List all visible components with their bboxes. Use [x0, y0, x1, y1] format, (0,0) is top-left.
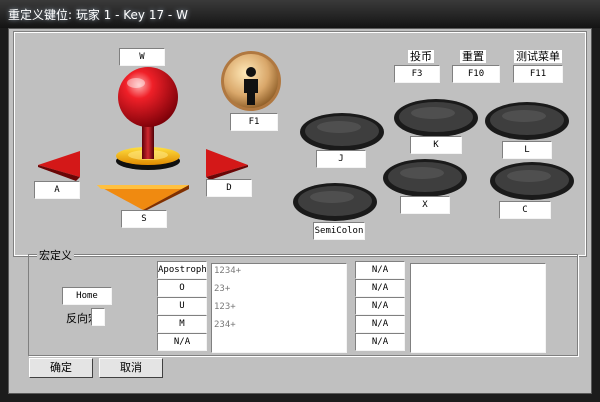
joystick-down-key-field[interactable]: S: [121, 210, 167, 228]
macro-key-right-2[interactable]: N/A: [355, 279, 405, 297]
macro-sequence-line: 234+: [214, 320, 236, 330]
macro-sequence-line: 1234+: [214, 266, 242, 276]
joystick-right-key-field[interactable]: D: [206, 179, 252, 197]
controller-panel: W A D S F1 投币 F3 重置 F10 测试菜单 F11 J K L S…: [13, 31, 587, 257]
action-button-c[interactable]: [489, 161, 575, 201]
macro-trigger-key-field[interactable]: Home: [62, 287, 112, 305]
joystick-right-arrow-icon: [206, 149, 248, 180]
macro-key-right-5[interactable]: N/A: [355, 333, 405, 351]
action-key-field-j[interactable]: J: [316, 150, 366, 168]
insert-coin-label: 投币: [408, 50, 434, 63]
cancel-button[interactable]: 取消: [99, 358, 163, 378]
remap-dialog-window: 重定义键位: 玩家 1 - Key 17 - W W A D S F1 投币 F…: [0, 0, 600, 402]
reset-label: 重置: [460, 50, 486, 63]
macro-key-right-4[interactable]: N/A: [355, 315, 405, 333]
round-button-icon: [293, 183, 377, 221]
action-button-k[interactable]: [393, 98, 479, 138]
player-start-button-icon[interactable]: [220, 50, 282, 112]
joystick-icon: [116, 67, 180, 170]
macro-sequence-list-right[interactable]: [410, 263, 546, 353]
macro-key-left-1[interactable]: Apostroph: [157, 261, 207, 279]
round-button-icon: [300, 113, 384, 151]
macro-key-right-1[interactable]: N/A: [355, 261, 405, 279]
macro-key-left-3[interactable]: U: [157, 297, 207, 315]
round-button-icon: [383, 159, 467, 197]
macro-sequence-list[interactable]: 1234+ 23+ 123+ 234+: [211, 263, 347, 353]
ok-button[interactable]: 确定: [29, 358, 93, 378]
action-key-field-c[interactable]: C: [499, 201, 551, 219]
macro-sequence-line: 23+: [214, 284, 231, 294]
title-bar: 重定义键位: 玩家 1 - Key 17 - W: [0, 0, 600, 28]
joystick-up-key-field[interactable]: W: [119, 48, 165, 66]
macro-group-label: 宏定义: [37, 247, 74, 263]
macro-key-left-5[interactable]: N/A: [157, 333, 207, 351]
action-button-semicolon[interactable]: [292, 182, 378, 222]
action-button-x[interactable]: [382, 158, 468, 198]
action-key-field-k[interactable]: K: [410, 136, 462, 154]
action-button-l[interactable]: [484, 101, 570, 141]
action-key-field-x[interactable]: X: [400, 196, 450, 214]
window-title: 重定义键位: 玩家 1 - Key 17 - W: [8, 8, 188, 22]
reverse-macro-field[interactable]: [91, 308, 105, 326]
insert-coin-key-field[interactable]: F3: [394, 65, 440, 83]
round-button-icon: [394, 99, 478, 137]
macro-sequence-line: 123+: [214, 302, 236, 312]
round-button-icon: [485, 102, 569, 140]
round-button-icon: [490, 162, 574, 200]
player-start-key-field[interactable]: F1: [230, 113, 278, 131]
test-menu-label: 测试菜单: [514, 50, 562, 63]
macro-key-left-4[interactable]: M: [157, 315, 207, 333]
macro-key-right-3[interactable]: N/A: [355, 297, 405, 315]
joystick-left-key-field[interactable]: A: [34, 181, 80, 199]
reset-key-field[interactable]: F10: [452, 65, 500, 83]
joystick-left-arrow-icon: [38, 151, 80, 181]
test-menu-key-field[interactable]: F11: [513, 65, 563, 83]
dialog-client-area: W A D S F1 投币 F3 重置 F10 测试菜单 F11 J K L S…: [8, 28, 592, 394]
joystick-down-arrow-icon: [97, 185, 189, 212]
action-key-field-l[interactable]: L: [502, 141, 552, 159]
action-button-j[interactable]: [299, 112, 385, 152]
macro-key-left-2[interactable]: O: [157, 279, 207, 297]
action-key-field-semicolon[interactable]: SemiColon: [313, 222, 365, 240]
